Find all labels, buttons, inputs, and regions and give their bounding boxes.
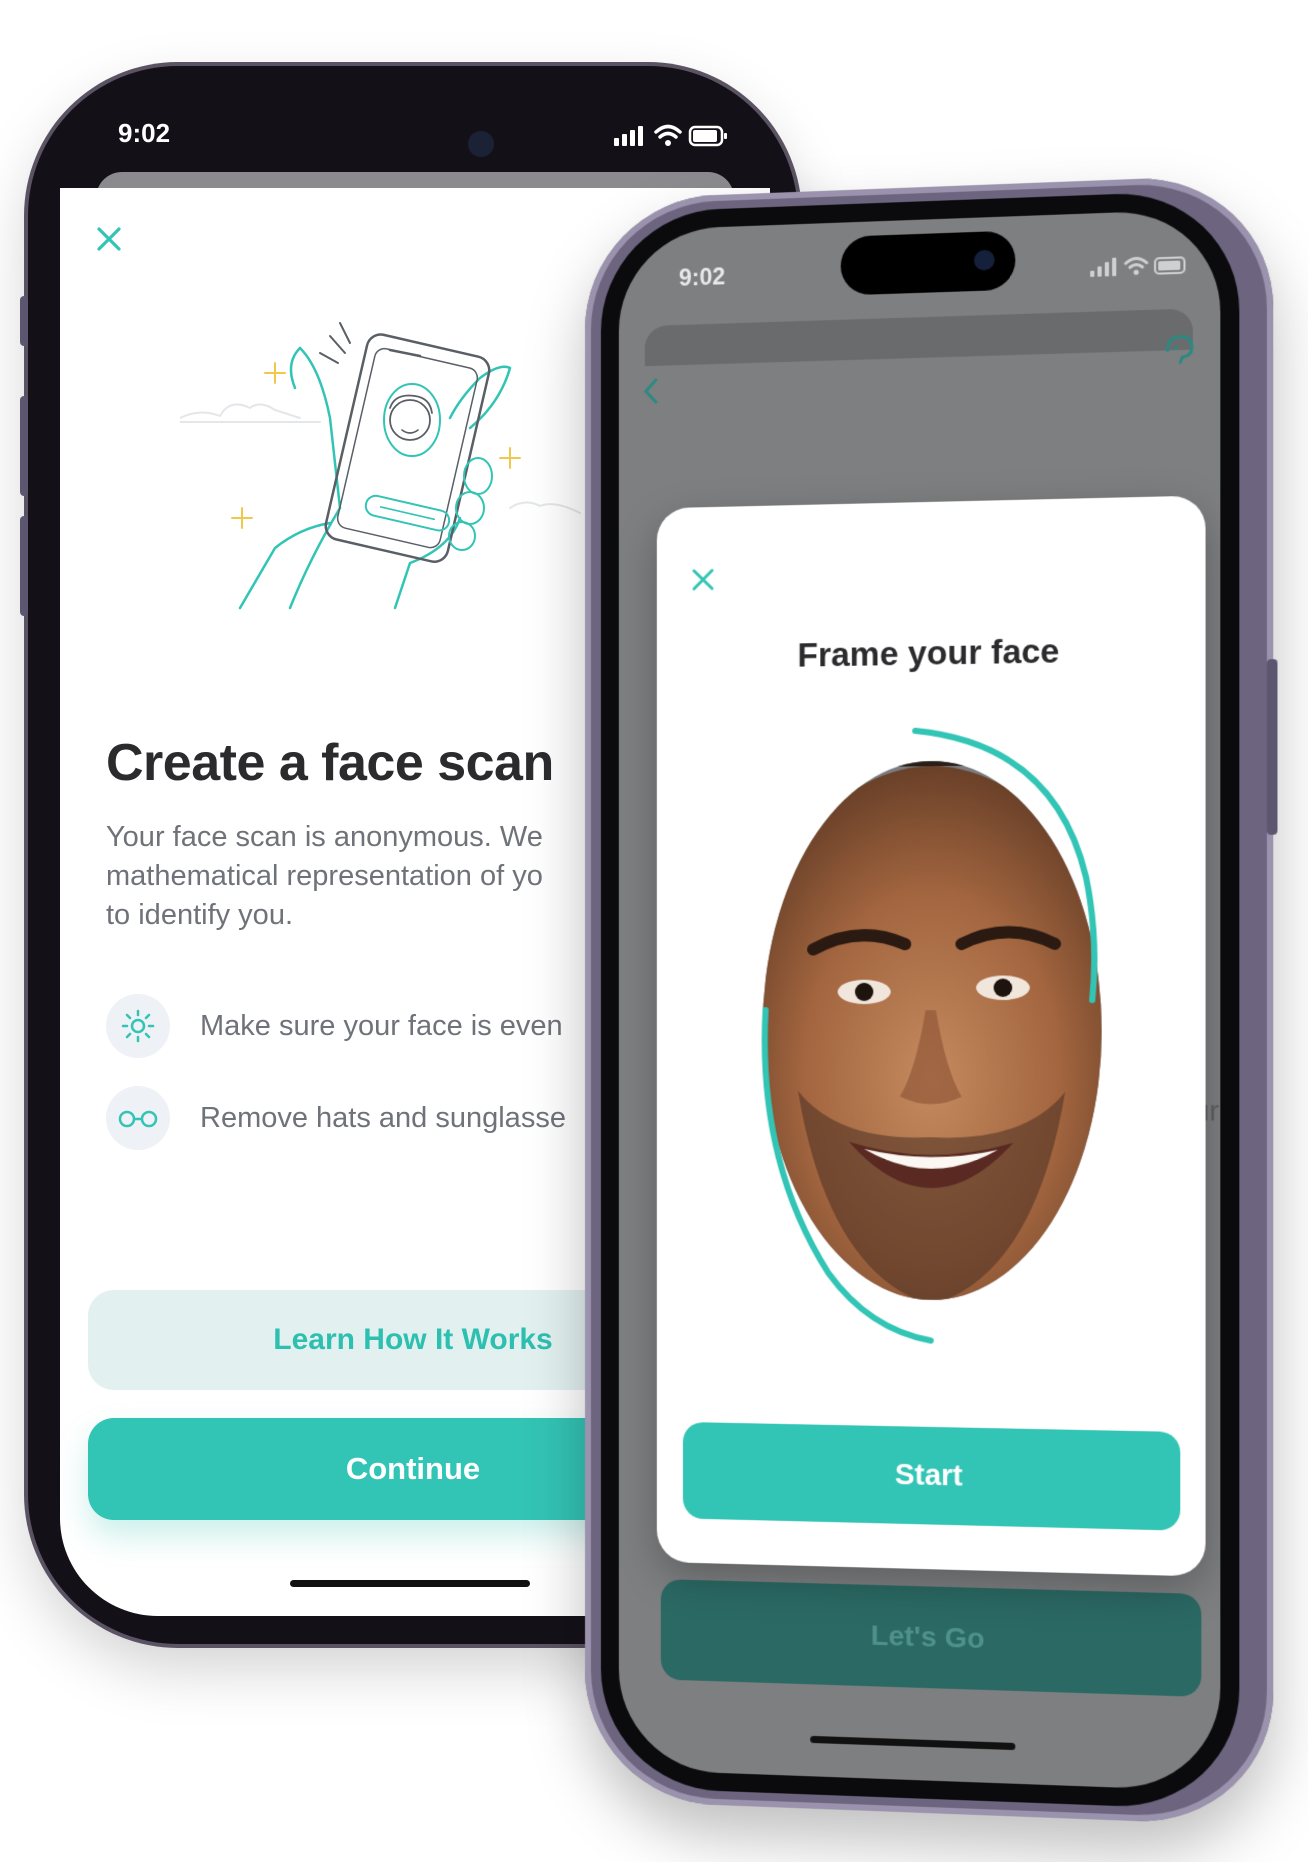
- face-frame: [717, 702, 1149, 1349]
- signal-icon: [614, 126, 643, 146]
- frame-face-modal: Frame your face Start: [656, 495, 1206, 1577]
- scan-screen: 9:02 ur Let's Go Frame your face Start: [618, 208, 1221, 1792]
- tip-text: Remove hats and sunglasse: [200, 1101, 566, 1134]
- sheet-backdrop: [644, 308, 1193, 367]
- wifi-icon: [1126, 258, 1147, 267]
- status-icons: [1090, 253, 1195, 281]
- tip-row-accessories: Remove hats and sunglasse: [106, 1086, 566, 1150]
- close-icon[interactable]: [691, 567, 715, 592]
- battery-icon: [1155, 257, 1184, 273]
- dynamic-island: [840, 230, 1016, 296]
- front-camera: [973, 249, 995, 271]
- status-time: 9:02: [678, 263, 726, 291]
- status-icons: [614, 124, 727, 147]
- battery-icon: [688, 125, 727, 147]
- face-help-icon[interactable]: [1161, 331, 1197, 367]
- home-indicator: [810, 1735, 1016, 1751]
- signal-icon: [1090, 257, 1117, 277]
- tip-text: Make sure your face is even: [200, 1009, 563, 1042]
- front-camera: [468, 131, 494, 157]
- back-chevron-icon[interactable]: [641, 376, 661, 407]
- wifi-icon: [654, 124, 682, 139]
- glasses-icon: [106, 1086, 170, 1150]
- tip-row-lighting: Make sure your face is even: [106, 994, 563, 1058]
- close-icon[interactable]: [96, 226, 122, 252]
- volume-up-button: [20, 396, 28, 496]
- home-indicator: [290, 1580, 530, 1587]
- face-photo: [756, 740, 1076, 1287]
- volume-down-button: [20, 516, 28, 616]
- power-button: [1266, 659, 1278, 835]
- page-title: Create a face scan: [106, 734, 554, 792]
- sun-icon: [106, 994, 170, 1058]
- status-time: 9:02: [118, 118, 171, 148]
- lets-go-button: Let's Go: [660, 1579, 1202, 1697]
- modal-title: Frame your face: [797, 631, 1060, 674]
- start-button[interactable]: Start: [682, 1421, 1181, 1531]
- hand-phone-illustration: [180, 322, 581, 610]
- phone-front: 9:02 ur Let's Go Frame your face Start: [585, 173, 1278, 1827]
- mute-switch: [20, 296, 28, 346]
